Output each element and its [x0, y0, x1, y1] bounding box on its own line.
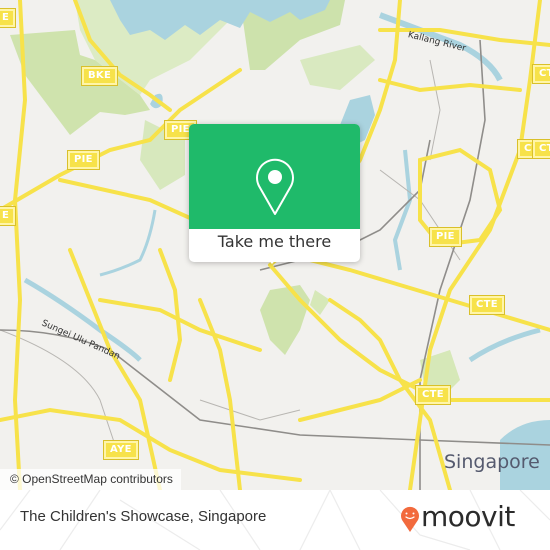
location-pin-icon	[256, 158, 294, 215]
road	[268, 263, 550, 402]
place-name: The Children's Showcase, Singapore	[20, 508, 267, 525]
road	[378, 78, 522, 93]
park-area	[260, 285, 310, 355]
road	[298, 378, 422, 422]
road	[198, 298, 242, 490]
rail-line	[0, 329, 550, 446]
highway-shield-aye: AYE	[103, 440, 139, 460]
directions-popup: Take me there	[189, 124, 360, 264]
highway-shield-bke: BKE	[80, 66, 119, 86]
map-attribution[interactable]: © OpenStreetMap contributors	[0, 469, 181, 490]
moovit-pin-icon	[401, 506, 419, 532]
river	[99, 209, 157, 277]
popup-header	[189, 124, 360, 229]
highway-shield-cte: CTE	[469, 295, 505, 315]
footer-bar: The Children's Showcase, Singapore moovi…	[0, 490, 550, 550]
highway-shield-pie: PIE	[429, 227, 462, 247]
road	[378, 28, 550, 47]
river	[468, 327, 541, 363]
river	[392, 149, 413, 271]
moovit-wordmark: moovit	[421, 500, 515, 533]
highway-shield-partial: E	[0, 8, 17, 28]
highway-shield-partial: E	[0, 206, 17, 226]
popup-pointer	[263, 254, 281, 264]
highway-shield-cte: CTE	[532, 64, 550, 84]
highway-shield-cte: CTE	[532, 139, 550, 159]
city-label-singapore: Singapore	[444, 451, 540, 473]
highway-shield-cte: CTE	[415, 385, 451, 405]
moovit-logo[interactable]: moovit	[400, 500, 540, 535]
park-area	[300, 45, 375, 90]
highway-shield-pie: PIE	[67, 150, 100, 170]
